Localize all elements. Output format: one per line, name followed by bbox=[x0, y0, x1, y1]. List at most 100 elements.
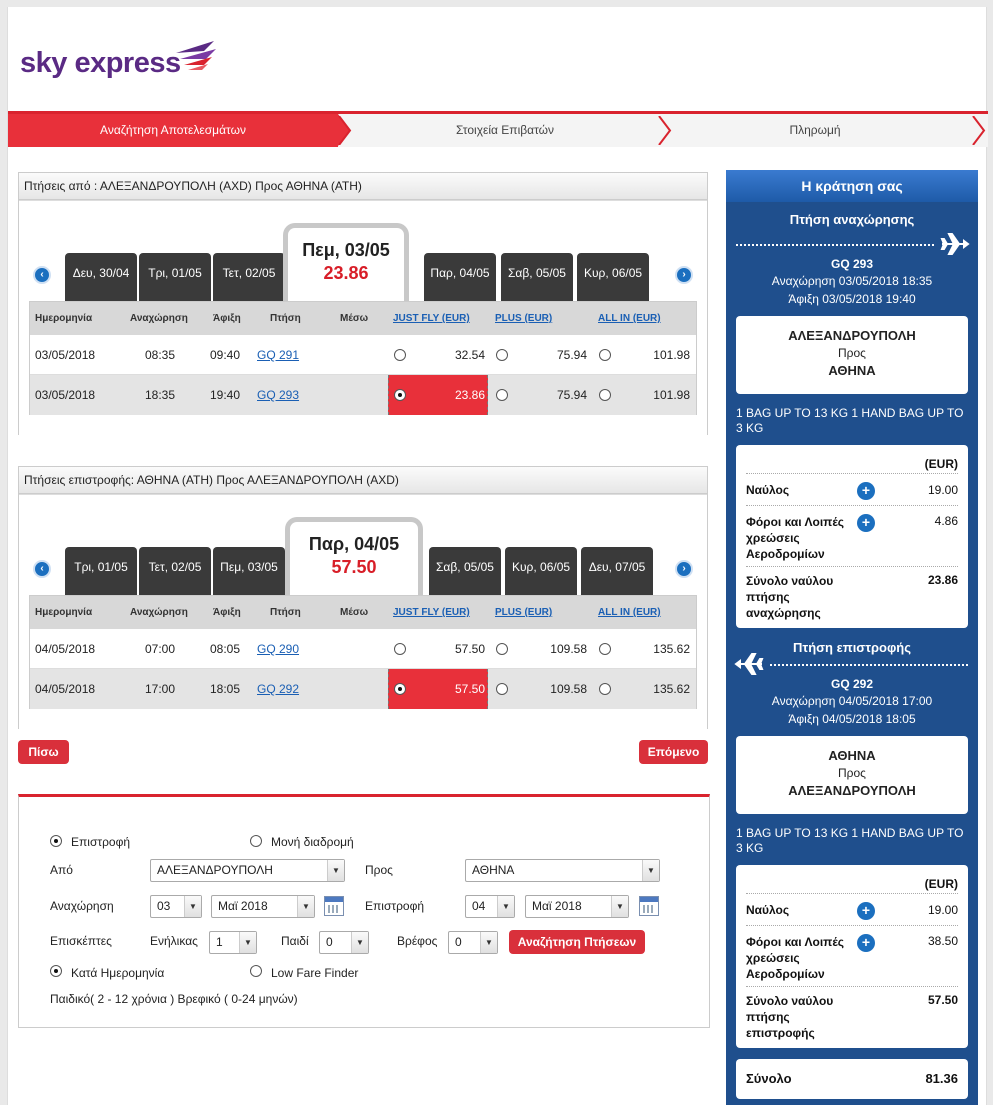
date-tab[interactable]: Τρι, 01/05 bbox=[139, 253, 211, 301]
plus-icon[interactable]: + bbox=[857, 482, 875, 500]
date-tab[interactable]: Παρ, 04/05 bbox=[424, 253, 496, 301]
grand-total-box: Σύνολο 81.36 bbox=[736, 1059, 968, 1099]
date-tab[interactable]: Κυρ, 06/05 bbox=[577, 253, 649, 301]
prev-dates-icon[interactable]: ‹ bbox=[33, 560, 51, 578]
next-dates-icon[interactable]: › bbox=[675, 560, 693, 578]
by-date-radio[interactable] bbox=[50, 965, 62, 977]
route-from: ΑΛΕΞΑΝΔΡΟΥΠΟΛΗ bbox=[788, 328, 916, 343]
trip-oneway-radio[interactable] bbox=[250, 835, 262, 847]
all-in-price: 101.98 bbox=[653, 388, 690, 402]
step-search-results[interactable]: Αναζήτηση Αποτελεσμάτων bbox=[8, 114, 338, 147]
prev-dates-icon[interactable]: ‹ bbox=[33, 266, 51, 284]
trip-return-radio[interactable] bbox=[50, 835, 62, 847]
outbound-fare-box: (EUR) Ναύλος + 19.00 Φόροι και Λοιπές χρ… bbox=[736, 445, 968, 628]
visitors-label: Επισκέπτες bbox=[50, 934, 112, 948]
lowest-price: 23.86 bbox=[323, 263, 369, 283]
departure-day-select[interactable]: 03 ▼ bbox=[150, 895, 202, 918]
route-to-word: Προς bbox=[838, 346, 866, 360]
chevron-down-icon: ▼ bbox=[497, 896, 514, 917]
from-select[interactable]: ΑΛΕΞΑΝΔΡΟΥΠΟΛΗ ▼ bbox=[150, 859, 345, 882]
departure-month-select[interactable]: Μαϊ 2018 ▼ bbox=[211, 895, 315, 918]
return-day-select[interactable]: 04 ▼ bbox=[465, 895, 515, 918]
col-just-fly[interactable]: JUST FLY (EUR) bbox=[393, 313, 470, 324]
lowest-price: 57.50 bbox=[331, 557, 377, 577]
plus-icon[interactable]: + bbox=[857, 902, 875, 920]
date-tab[interactable]: Πεμ, 03/05 bbox=[213, 547, 285, 595]
trip-return-label: Επιστροφή bbox=[71, 835, 131, 849]
outbound-summary-title: Πτήση αναχώρησης bbox=[789, 212, 915, 227]
low-fare-radio[interactable] bbox=[250, 965, 262, 977]
logo-wings-icon bbox=[176, 41, 216, 70]
chevron-down-icon: ▼ bbox=[642, 860, 659, 881]
grand-total-label: Σύνολο bbox=[746, 1071, 792, 1086]
return-month-select[interactable]: Μαϊ 2018 ▼ bbox=[525, 895, 629, 918]
to-select[interactable]: ΑΘΗΝΑ ▼ bbox=[465, 859, 660, 882]
divider bbox=[746, 505, 958, 506]
table-row[interactable]: 03/05/2018 08:35 09:40 GQ 291 32.54 75.9… bbox=[30, 335, 696, 375]
date-tab[interactable]: Σαβ, 05/05 bbox=[429, 547, 501, 595]
col-departure: Αναχώρηση bbox=[130, 313, 188, 324]
plus-icon[interactable]: + bbox=[857, 934, 875, 952]
col-all-in[interactable]: ALL IN (EUR) bbox=[598, 607, 661, 618]
selected-date: Παρ, 04/05 bbox=[308, 534, 400, 554]
table-header: Ημερομηνία Αναχώρηση Άφιξη Πτήση Μέσω JU… bbox=[30, 596, 696, 629]
calendar-icon[interactable] bbox=[324, 896, 344, 916]
col-date: Ημερομηνία bbox=[35, 607, 93, 618]
adult-select[interactable]: 1 ▼ bbox=[209, 931, 257, 954]
date-tab[interactable]: Τρι, 01/05 bbox=[65, 547, 137, 595]
taxes-value: 4.86 bbox=[934, 514, 958, 528]
col-just-fly[interactable]: JUST FLY (EUR) bbox=[393, 607, 470, 618]
step-payment[interactable]: Πληρωμή bbox=[660, 114, 970, 147]
outbound-flights-table: Ημερομηνία Αναχώρηση Άφιξη Πτήση Μέσω JU… bbox=[29, 301, 697, 415]
chevron-down-icon: ▼ bbox=[611, 896, 628, 917]
date-tab[interactable]: Δευ, 07/05 bbox=[581, 547, 653, 595]
table-row[interactable]: 03/05/2018 18:35 19:40 GQ 293 23.86 75.9… bbox=[30, 375, 696, 415]
subtotal-label: Σύνολο ναύλου πτήσης επιστροφής bbox=[746, 994, 834, 1040]
col-all-in[interactable]: ALL IN (EUR) bbox=[598, 313, 661, 324]
fare-label: Ναύλος bbox=[746, 903, 790, 917]
return-route-box: ΑΘΗΝΑ Προς ΑΛΕΞΑΝΔΡΟΥΠΟΛΗ bbox=[736, 736, 968, 814]
chevron-down-icon: ▼ bbox=[239, 932, 256, 953]
calendar-icon[interactable] bbox=[639, 896, 659, 916]
search-form: Επιστροφή Μονή διαδρομή Από ΑΛΕΞΑΝΔΡΟΥΠΟ… bbox=[18, 794, 710, 1028]
grand-total-value: 81.36 bbox=[925, 1071, 958, 1086]
table-row[interactable]: 04/05/2018 17:00 18:05 GQ 292 57.50 109.… bbox=[30, 669, 696, 709]
child-select[interactable]: 0 ▼ bbox=[319, 931, 369, 954]
date-tab-selected[interactable]: Παρ, 04/05 57.50 bbox=[285, 517, 423, 595]
next-dates-icon[interactable]: › bbox=[675, 266, 693, 284]
inbound-body: ‹ Τρι, 01/05 Τετ, 02/05 Πεμ, 03/05 Παρ, … bbox=[19, 495, 707, 729]
back-button[interactable]: Πίσω bbox=[18, 740, 69, 764]
date-tab-selected[interactable]: Πεμ, 03/05 23.86 bbox=[283, 223, 409, 301]
return-flight-number: GQ 292 bbox=[830, 677, 874, 691]
date-tab[interactable]: Κυρ, 06/05 bbox=[505, 547, 577, 595]
currency-label: (EUR) bbox=[924, 457, 958, 471]
infant-select[interactable]: 0 ▼ bbox=[448, 931, 498, 954]
step-passenger-details[interactable]: Στοιχεία Επιβατών bbox=[350, 114, 660, 147]
departure-day-value: 03 bbox=[157, 899, 171, 913]
divider bbox=[746, 473, 958, 474]
inbound-title: Πτήσεις επιστροφής: ΑΘΗΝΑ (ATH) Προς ΑΛΕ… bbox=[19, 467, 707, 494]
col-flight: Πτήση bbox=[270, 607, 301, 618]
plus-icon[interactable]: + bbox=[857, 514, 875, 532]
outbound-baggage: 1 BAG UP TO 13 KG 1 HAND BAG UP TO 3 KG bbox=[736, 406, 964, 435]
summary-header: Η κράτηση σας bbox=[726, 170, 978, 202]
date-tab[interactable]: Τετ, 02/05 bbox=[139, 547, 211, 595]
col-date: Ημερομηνία bbox=[35, 313, 93, 324]
outbound-flight-number: GQ 293 bbox=[830, 257, 874, 271]
search-flights-button[interactable]: Αναζήτηση Πτήσεων bbox=[509, 930, 645, 954]
col-plus[interactable]: PLUS (EUR) bbox=[495, 313, 552, 324]
date-tab[interactable]: Τετ, 02/05 bbox=[213, 253, 285, 301]
route-to-word: Προς bbox=[838, 766, 866, 780]
next-button[interactable]: Επόμενο bbox=[639, 740, 708, 764]
chevron-down-icon: ▼ bbox=[351, 932, 368, 953]
date-tab[interactable]: Δευ, 30/04 bbox=[65, 253, 137, 301]
adult-value: 1 bbox=[216, 935, 223, 949]
brand-logo[interactable]: sky express bbox=[20, 47, 181, 80]
date-tab[interactable]: Σαβ, 05/05 bbox=[501, 253, 573, 301]
subtotal-value: 23.86 bbox=[927, 573, 958, 587]
to-label: Προς bbox=[365, 863, 393, 877]
col-plus[interactable]: PLUS (EUR) bbox=[495, 607, 552, 618]
table-row[interactable]: 04/05/2018 07:00 08:05 GQ 290 57.50 109.… bbox=[30, 629, 696, 669]
plane-right-icon bbox=[940, 233, 970, 255]
subtotal-label: Σύνολο ναύλου πτήσης αναχώρησης bbox=[746, 574, 834, 620]
